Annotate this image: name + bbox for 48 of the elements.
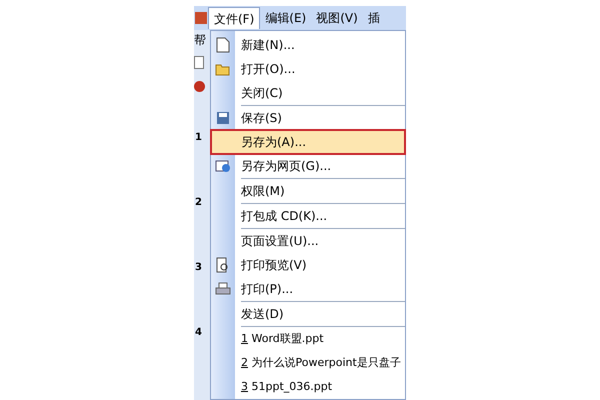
menu-entry[interactable]: 页面设置(U)... [211, 229, 405, 253]
menu-entry[interactable]: 保存(S) [211, 106, 405, 130]
recent-file-label: 1 Word联盟.ppt [241, 330, 324, 347]
menu-label: 打包成 CD(K)... [241, 208, 328, 225]
menu-entry[interactable]: 打包成 CD(K)... [211, 204, 405, 228]
magnifier-document-icon [216, 257, 230, 273]
slide-number: 2 [195, 196, 202, 210]
slide-number: 4 [195, 326, 202, 340]
menu-label: 新建(N)... [241, 37, 295, 54]
printer-icon [215, 282, 231, 296]
menu-entry[interactable]: 新建(N)... [211, 33, 405, 57]
menu-label: 关闭(C) [241, 85, 283, 102]
menu-item[interactable]: 视图(V) [311, 7, 363, 29]
recent-file-label: 2 为什么说Powerpoint是只盘子 [241, 354, 401, 371]
menu-entry[interactable]: 权限(M) [211, 179, 405, 203]
recent-file-label: 3 51ppt_036.ppt [241, 378, 332, 395]
menu-entry[interactable]: 打印预览(V) [211, 253, 405, 277]
menu-entry[interactable]: 另存为(A)... [211, 130, 405, 154]
document-icon [216, 37, 230, 53]
menu-entry[interactable]: 关闭(C) [211, 81, 405, 105]
menu-item[interactable]: 插 [362, 7, 385, 29]
slide-number: 1 [195, 131, 202, 145]
menu-label: 打印(P)... [241, 281, 294, 298]
menu-label: 发送(D) [241, 306, 284, 323]
record-icon [194, 81, 205, 92]
menu-entry[interactable]: 发送(D) [211, 302, 405, 326]
menu-label: 帮 [194, 32, 206, 49]
folder-icon [215, 62, 231, 76]
menu-item[interactable]: 编辑(E) [260, 7, 312, 29]
menu-label: 页面设置(U)... [241, 233, 319, 250]
menu-entry[interactable]: 3 51ppt_036.ppt [211, 375, 405, 399]
menu-label: 打开(O)... [241, 61, 296, 78]
menu-entry[interactable]: 另存为网页(G)... [211, 154, 405, 178]
menu-label: 权限(M) [241, 183, 285, 200]
menu-label: 保存(S) [241, 110, 282, 127]
menu-label: 另存为(A)... [241, 134, 306, 151]
document-icon [194, 56, 204, 69]
app-icon [195, 12, 207, 24]
menu-entry[interactable]: 打开(O)... [211, 57, 405, 81]
menu-entry[interactable]: 1 Word联盟.ppt [211, 327, 405, 351]
menu-entry[interactable]: 2 为什么说Powerpoint是只盘子 [211, 351, 405, 375]
save-icon [216, 111, 230, 125]
menu-label: 另存为网页(G)... [241, 158, 332, 175]
menu-label: 打印预览(V) [241, 257, 307, 274]
menu-entry[interactable]: 打印(P)... [211, 277, 405, 301]
menu-item[interactable]: 文件(F) [208, 7, 260, 29]
globe-document-icon [215, 159, 231, 173]
slide-number: 3 [195, 261, 202, 275]
